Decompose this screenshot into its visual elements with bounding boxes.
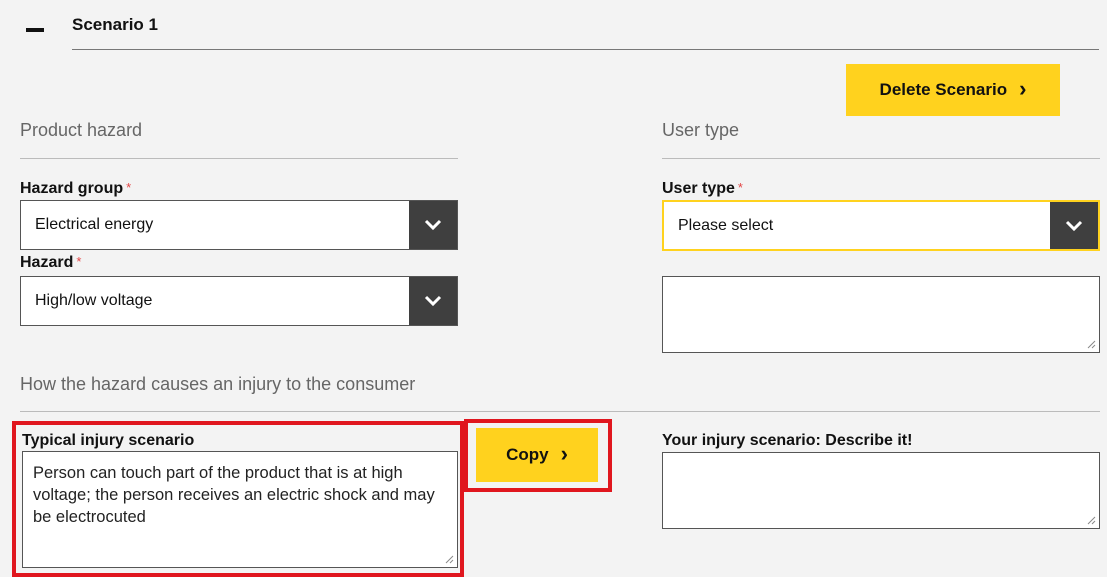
injury-divider <box>20 411 1100 412</box>
user-type-textarea-value <box>663 277 1099 297</box>
chevron-down-icon[interactable] <box>1050 202 1098 249</box>
typical-scenario-text: Person can touch part of the product tha… <box>33 464 435 526</box>
scenario-divider <box>72 49 1099 50</box>
hazard-select[interactable]: High/low voltage <box>20 276 458 326</box>
user-type-value: Please select <box>678 216 774 234</box>
user-type-select[interactable]: Please select <box>662 200 1100 251</box>
typical-scenario-label: Typical injury scenario <box>22 432 195 449</box>
chevron-right-icon: › <box>560 441 568 466</box>
hazard-group-value: Electrical energy <box>35 216 154 233</box>
your-scenario-textarea[interactable] <box>662 452 1100 529</box>
required-marker: * <box>76 254 82 269</box>
chevron-down-icon[interactable] <box>409 277 457 325</box>
resize-grip-icon[interactable] <box>1086 515 1096 525</box>
delete-scenario-label: Delete Scenario <box>879 80 1008 99</box>
hazard-value: High/low voltage <box>35 292 153 309</box>
user-type-divider <box>662 158 1100 159</box>
user-type-textarea[interactable] <box>662 276 1100 353</box>
scenario-title: Scenario 1 <box>72 15 158 34</box>
your-scenario-value <box>663 453 1099 473</box>
injury-heading: How the hazard causes an injury to the c… <box>20 374 416 394</box>
hazard-group-label: Hazard group * <box>20 180 132 197</box>
chevron-down-icon[interactable] <box>409 201 457 249</box>
product-hazard-heading: Product hazard <box>20 120 143 140</box>
user-type-label: User type * <box>662 180 743 197</box>
delete-scenario-button[interactable]: Delete Scenario › <box>846 64 1060 116</box>
product-hazard-divider <box>20 158 458 159</box>
hazard-group-select[interactable]: Electrical energy <box>20 200 458 250</box>
your-scenario-label: Your injury scenario: Describe it! <box>662 432 913 449</box>
user-type-heading: User type <box>662 120 740 140</box>
required-marker: * <box>737 180 743 195</box>
hazard-label: Hazard * <box>20 254 82 271</box>
copy-label: Copy <box>506 445 549 464</box>
typical-scenario-textarea[interactable]: Person can touch part of the product tha… <box>22 451 458 568</box>
required-marker: * <box>126 180 132 195</box>
resize-grip-icon[interactable] <box>1086 339 1096 349</box>
copy-button[interactable]: Copy › <box>476 428 598 482</box>
resize-grip-icon[interactable] <box>444 554 454 564</box>
chevron-right-icon: › <box>1019 76 1027 101</box>
collapse-icon[interactable] <box>26 28 44 32</box>
